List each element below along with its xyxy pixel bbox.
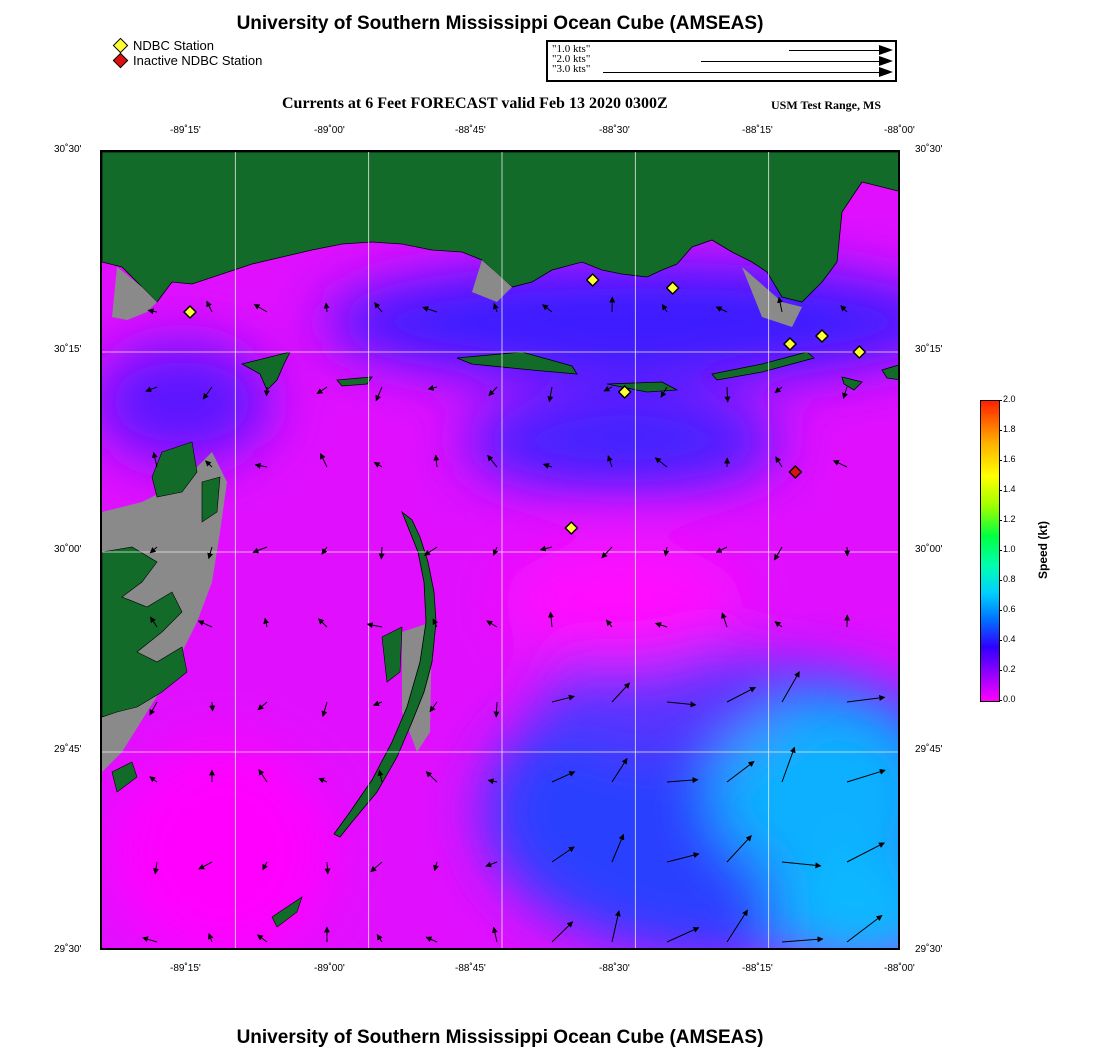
legend-inactive-station: Inactive NDBC Station bbox=[112, 52, 263, 69]
legend-active-label: NDBC Station bbox=[133, 38, 214, 53]
speed-colorbar bbox=[980, 400, 1000, 702]
scale-arrow-1 bbox=[789, 45, 893, 55]
lon-label-bottom: -88˚45' bbox=[455, 963, 486, 974]
scale-arrow-2 bbox=[701, 56, 893, 66]
colorbar-tickmark bbox=[999, 550, 1002, 551]
current-vector-arrow bbox=[378, 546, 385, 560]
lon-label-top: -89˚00' bbox=[314, 125, 345, 136]
lat-label-right: 30˚30' bbox=[915, 144, 943, 155]
lon-label-top: -88˚45' bbox=[455, 125, 486, 136]
colorbar-tick-label: 0.8 bbox=[1003, 574, 1016, 584]
colorbar-tickmark bbox=[999, 640, 1002, 641]
lat-label-right: 29˚30' bbox=[915, 944, 943, 955]
lon-label-bottom: -88˚30' bbox=[599, 963, 630, 974]
lat-label-right: 30˚00' bbox=[915, 544, 943, 555]
vector-scale-legend: "1.0 kts" "2.0 kts" "3.0 kts" bbox=[546, 40, 897, 82]
colorbar-tickmark bbox=[999, 400, 1002, 401]
legend-active-station: NDBC Station bbox=[112, 37, 214, 54]
colorbar-tickmark bbox=[999, 490, 1002, 491]
colorbar-tickmark bbox=[999, 460, 1002, 461]
scale-label-3: "3.0 kts" bbox=[552, 63, 591, 75]
lat-label-left: 30˚15' bbox=[54, 344, 82, 355]
colorbar-tickmark bbox=[999, 430, 1002, 431]
footer-title: University of Southern Mississippi Ocean… bbox=[236, 1027, 764, 1048]
scale-arrow-3 bbox=[603, 67, 893, 77]
lon-label-top: -89˚15' bbox=[170, 125, 201, 136]
lat-label-right: 29˚45' bbox=[915, 744, 943, 755]
legend-inactive-label: Inactive NDBC Station bbox=[133, 53, 263, 68]
current-vector-arrow bbox=[209, 701, 216, 712]
colorbar-tickmark bbox=[999, 580, 1002, 581]
colorbar-tick-label: 1.2 bbox=[1003, 514, 1016, 524]
lon-label-top: -88˚00' bbox=[884, 125, 915, 136]
current-vector-arrow bbox=[724, 386, 731, 403]
lon-label-bottom: -89˚15' bbox=[170, 963, 201, 974]
colorbar-tick-label: 1.0 bbox=[1003, 544, 1016, 554]
colorbar-tick-label: 0.0 bbox=[1003, 694, 1016, 704]
lat-label-left: 30˚00' bbox=[54, 544, 82, 555]
colorbar-tickmark bbox=[999, 700, 1002, 701]
lon-label-bottom: -89˚00' bbox=[314, 963, 345, 974]
lat-label-left: 30˚30' bbox=[54, 144, 82, 155]
red-diamond-icon bbox=[112, 52, 129, 69]
yellow-diamond-icon bbox=[112, 37, 129, 54]
current-map-canvas bbox=[102, 152, 898, 948]
colorbar-tick-label: 1.6 bbox=[1003, 454, 1016, 464]
colorbar-tick-label: 1.8 bbox=[1003, 424, 1016, 434]
lon-label-bottom: -88˚15' bbox=[742, 963, 773, 974]
region-label: USM Test Range, MS bbox=[771, 98, 882, 112]
colorbar-tick-label: 1.4 bbox=[1003, 484, 1016, 494]
colorbar-tick-label: 0.6 bbox=[1003, 604, 1016, 614]
lon-label-top: -88˚15' bbox=[742, 125, 773, 136]
colorbar-label: Speed (kt) bbox=[1036, 520, 1050, 580]
colorbar-tickmark bbox=[999, 610, 1002, 611]
colorbar-tick-label: 0.2 bbox=[1003, 664, 1016, 674]
map-title: University of Southern Mississippi Ocean… bbox=[236, 13, 764, 34]
colorbar-tickmark bbox=[999, 670, 1002, 671]
lon-label-top: -88˚30' bbox=[599, 125, 630, 136]
current-map bbox=[100, 150, 900, 950]
colorbar-tick-label: 2.0 bbox=[1003, 394, 1016, 404]
lat-label-left: 29˚30' bbox=[54, 944, 82, 955]
colorbar-tick-label: 0.4 bbox=[1003, 634, 1016, 644]
lat-label-left: 29˚45' bbox=[54, 744, 82, 755]
colorbar-tickmark bbox=[999, 520, 1002, 521]
lat-label-right: 30˚15' bbox=[915, 344, 943, 355]
forecast-subtitle: Currents at 6 Feet FORECAST valid Feb 13… bbox=[282, 95, 668, 112]
lon-label-bottom: -88˚00' bbox=[884, 963, 915, 974]
